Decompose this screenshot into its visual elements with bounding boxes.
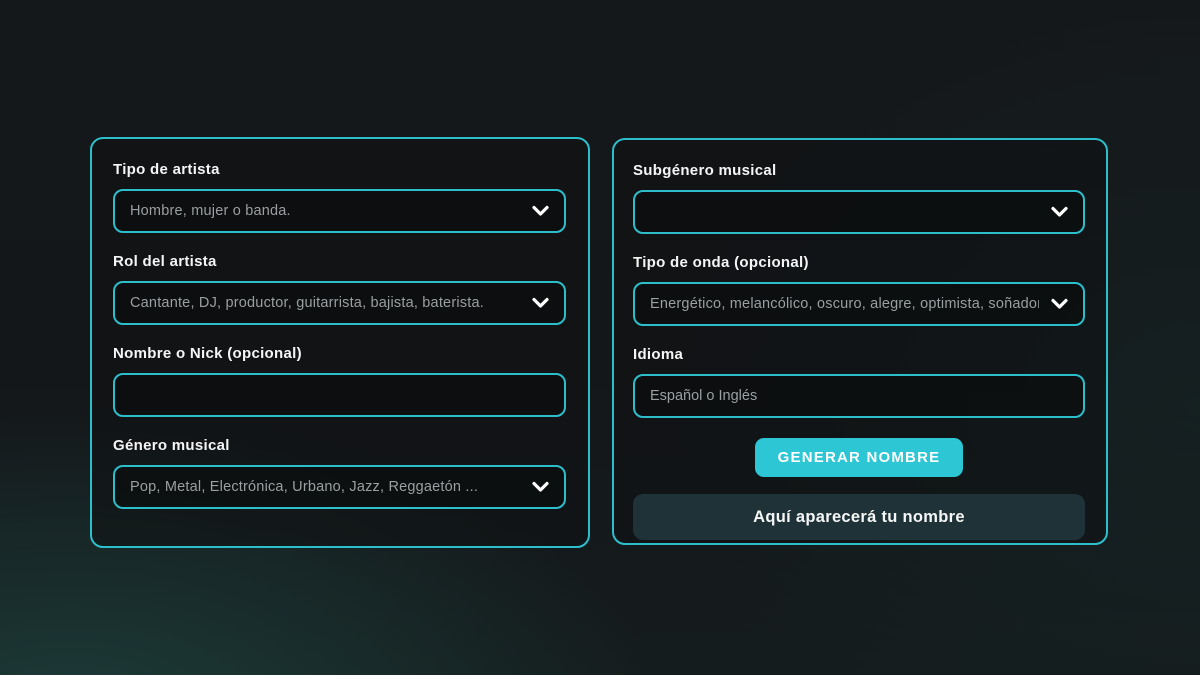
genero-musical-placeholder: Pop, Metal, Electrónica, Urbano, Jazz, R… [130, 479, 478, 495]
genero-musical-label: Género musical [113, 436, 566, 455]
genero-musical-select[interactable]: Pop, Metal, Electrónica, Urbano, Jazz, R… [113, 465, 566, 509]
field-group-idioma: Idioma [633, 345, 1085, 418]
rol-del-artista-label: Rol del artista [113, 252, 566, 271]
tipo-de-artista-placeholder: Hombre, mujer o banda. [130, 203, 291, 219]
tipo-de-onda-placeholder: Energético, melancólico, oscuro, alegre,… [650, 296, 1039, 312]
nombre-nick-input[interactable] [113, 373, 566, 417]
idioma-label: Idioma [633, 345, 1085, 364]
rol-del-artista-select[interactable]: Cantante, DJ, productor, guitarrista, ba… [113, 281, 566, 325]
generate-name-button[interactable]: GENERAR NOMBRE [755, 438, 964, 477]
chevron-down-icon [1051, 299, 1068, 310]
field-group-genero-musical: Género musical Pop, Metal, Electrónica, … [113, 436, 566, 509]
tipo-de-artista-select[interactable]: Hombre, mujer o banda. [113, 189, 566, 233]
tipo-de-artista-label: Tipo de artista [113, 160, 566, 179]
generate-button-row: GENERAR NOMBRE [633, 438, 1085, 477]
field-group-rol-del-artista: Rol del artista Cantante, DJ, productor,… [113, 252, 566, 325]
chevron-down-icon [532, 482, 549, 493]
tipo-de-onda-label: Tipo de onda (opcional) [633, 253, 1085, 272]
rol-del-artista-placeholder: Cantante, DJ, productor, guitarrista, ba… [130, 295, 484, 311]
chevron-down-icon [532, 206, 549, 217]
field-group-nombre-nick: Nombre o Nick (opcional) [113, 344, 566, 417]
tipo-de-onda-select[interactable]: Energético, melancólico, oscuro, alegre,… [633, 282, 1085, 326]
idioma-input[interactable] [633, 374, 1085, 418]
generator-panel: Subgénero musical Tipo de onda (opcional… [612, 138, 1108, 545]
subgenero-musical-label: Subgénero musical [633, 161, 1085, 180]
artist-form-panel: Tipo de artista Hombre, mujer o banda. R… [90, 137, 590, 548]
generated-name-result: Aquí aparecerá tu nombre [633, 494, 1085, 540]
field-group-tipo-de-onda: Tipo de onda (opcional) Energético, mela… [633, 253, 1085, 326]
chevron-down-icon [532, 298, 549, 309]
field-group-subgenero-musical: Subgénero musical [633, 161, 1085, 234]
nombre-nick-label: Nombre o Nick (opcional) [113, 344, 566, 363]
field-group-tipo-de-artista: Tipo de artista Hombre, mujer o banda. [113, 160, 566, 233]
chevron-down-icon [1051, 207, 1068, 218]
subgenero-musical-select[interactable] [633, 190, 1085, 234]
